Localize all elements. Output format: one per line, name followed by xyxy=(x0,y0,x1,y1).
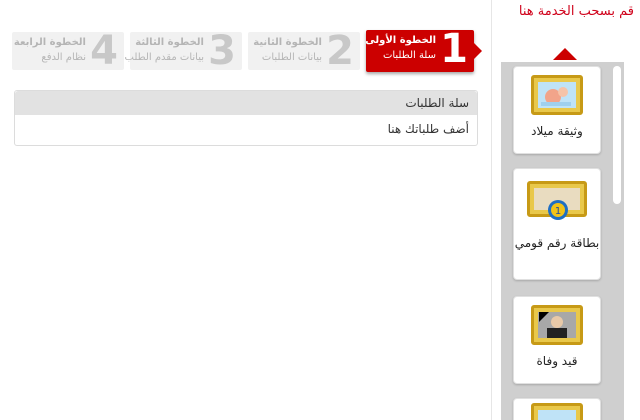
step-subtitle: نظام الدفع xyxy=(41,52,86,63)
service-label: قيد وفاة xyxy=(536,354,578,368)
service-label: بطاقة رقم قومي xyxy=(514,236,600,250)
birth-certificate-icon xyxy=(531,75,583,115)
service-icon xyxy=(531,403,583,420)
step-3[interactable]: 3 الخطوة الثالثة بيانات مقدم الطلب xyxy=(125,28,242,74)
svg-text:1: 1 xyxy=(555,206,561,217)
step-title: الخطوة الثانية xyxy=(253,37,322,48)
service-card-national-id[interactable]: 1 بطاقة رقم قومي xyxy=(513,168,601,280)
step-number: 2 xyxy=(326,28,354,74)
national-id-icon: 1 xyxy=(527,181,587,220)
step-title: الخطوة الثالثة xyxy=(135,37,204,48)
step-subtitle: سلة الطلبات xyxy=(382,50,436,61)
cart-title: سلة الطلبات xyxy=(15,91,477,115)
step-1[interactable]: 1 الخطوة الأولى سلة الطلبات xyxy=(365,26,482,72)
step-subtitle: بيانات مقدم الطلب xyxy=(124,52,204,63)
services-scrollbar[interactable] xyxy=(613,66,621,416)
step-2[interactable]: 2 الخطوة الثانية بيانات الطلبات xyxy=(248,28,360,74)
step-title: الخطوة الأولى xyxy=(365,35,436,46)
service-card-partial[interactable] xyxy=(513,398,601,420)
scrollbar-thumb[interactable] xyxy=(613,66,621,204)
cart-drop-zone[interactable]: أضف طلباتك هنا xyxy=(15,115,477,143)
scroll-up-arrow-icon[interactable] xyxy=(553,48,577,60)
step-number: 1 xyxy=(440,26,468,72)
step-4[interactable]: 4 الخطوة الرابعة نظام الدفع xyxy=(12,28,124,74)
step-title: الخطوة الرابعة xyxy=(13,37,86,48)
cart-panel[interactable]: سلة الطلبات أضف طلباتك هنا xyxy=(14,90,478,146)
death-record-icon xyxy=(531,305,583,345)
service-card-death-record[interactable]: قيد وفاة xyxy=(513,296,601,384)
service-label: وثيقة ميلاد xyxy=(531,124,583,138)
step-subtitle: بيانات الطلبات xyxy=(261,52,322,63)
services-list[interactable]: وثيقة ميلاد 1 بطاقة رقم قومي قيد وفاة xyxy=(501,62,624,420)
step-number: 3 xyxy=(208,28,236,74)
steps-bar: 1 الخطوة الأولى سلة الطلبات 2 الخطوة الث… xyxy=(12,26,482,74)
step-number: 4 xyxy=(90,28,118,74)
services-column: وثيقة ميلاد 1 بطاقة رقم قومي قيد وفاة xyxy=(491,0,640,420)
service-card-birth-certificate[interactable]: وثيقة ميلاد xyxy=(513,66,601,154)
